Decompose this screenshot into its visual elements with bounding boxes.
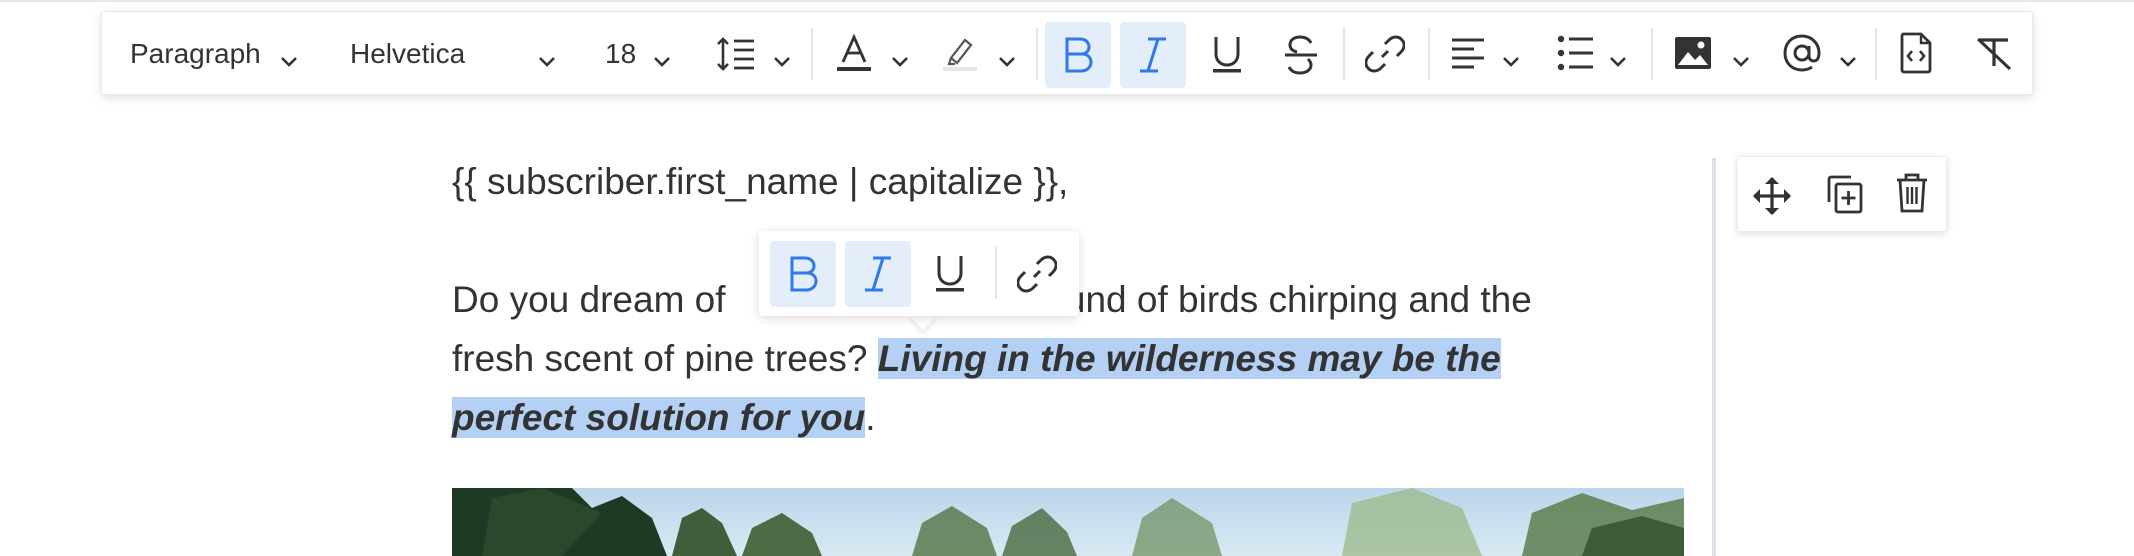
- duplicate-icon[interactable]: [1825, 174, 1863, 214]
- block-format-dropdown[interactable]: Paragraph: [130, 12, 261, 96]
- source-code-icon[interactable]: [1899, 32, 1933, 74]
- block-actions-toolbar: [1737, 156, 1947, 232]
- bold-icon: [1065, 37, 1093, 73]
- trash-icon[interactable]: [1895, 172, 1929, 214]
- wilderness-photo[interactable]: [452, 488, 1684, 556]
- clear-format-icon[interactable]: [1974, 36, 2014, 72]
- move-icon[interactable]: [1751, 175, 1793, 217]
- selected-text: Living in the wilderness may be the: [877, 338, 1501, 379]
- highlight-icon[interactable]: [941, 34, 979, 74]
- italic-icon: [1140, 37, 1166, 73]
- paragraph-text: sound of birds chirping and the: [1025, 279, 1532, 320]
- paragraph-text: .: [865, 397, 876, 438]
- chevron-down-icon[interactable]: [1839, 56, 1857, 68]
- window-top-border: [0, 0, 2134, 2]
- font-size-dropdown[interactable]: 18: [605, 12, 636, 96]
- chevron-down-icon[interactable]: [1732, 56, 1750, 68]
- chevron-down-icon[interactable]: [998, 56, 1016, 68]
- font-family-dropdown[interactable]: Helvetica: [350, 12, 465, 96]
- toolbar-separator: [995, 247, 997, 299]
- strikethrough-icon[interactable]: [1283, 34, 1319, 76]
- at-mention-icon[interactable]: [1783, 34, 1821, 72]
- chevron-down-icon[interactable]: [538, 56, 556, 68]
- toolbar-separator: [1875, 28, 1877, 80]
- greeting-line[interactable]: {{ subscriber.first_name | capitalize }}…: [452, 161, 1682, 203]
- align-left-icon[interactable]: [1450, 36, 1486, 72]
- line-height-icon[interactable]: [716, 36, 756, 72]
- block-selection-bar: [1712, 158, 1716, 556]
- underline-icon[interactable]: [1210, 34, 1244, 74]
- chevron-down-icon[interactable]: [1609, 56, 1627, 68]
- chevron-down-icon[interactable]: [773, 56, 791, 68]
- editor-toolbar: Paragraph Helvetica 18: [101, 11, 2033, 95]
- font-family-value: Helvetica: [350, 38, 466, 69]
- selected-text: perfect solution for you: [452, 397, 866, 438]
- chevron-down-icon[interactable]: [653, 56, 671, 68]
- link-icon[interactable]: [1365, 34, 1405, 74]
- text-color-icon[interactable]: [835, 34, 873, 74]
- toolbar-separator: [1651, 28, 1653, 80]
- block-format-value: Paragraph: [130, 38, 261, 69]
- paragraph-text: Do you dream of: [452, 279, 736, 320]
- toolbar-separator: [1428, 28, 1430, 80]
- bullet-list-icon[interactable]: [1557, 34, 1595, 72]
- font-size-value: 18: [605, 38, 637, 69]
- paragraph-text: fresh scent of pine trees?: [452, 338, 878, 379]
- forest-image: [452, 488, 1684, 556]
- paragraph-line-3[interactable]: perfect solution for you.: [452, 397, 1682, 439]
- toolbar-separator: [1343, 28, 1345, 80]
- toolbar-separator: [811, 28, 813, 80]
- chevron-down-icon[interactable]: [280, 56, 298, 68]
- italic-icon: [865, 256, 891, 292]
- bubble-toolbar: [759, 231, 1079, 316]
- link-icon[interactable]: [1017, 254, 1057, 294]
- paragraph-line-2[interactable]: fresh scent of pine trees? Living in the…: [452, 338, 1682, 380]
- underline-icon[interactable]: [933, 253, 967, 293]
- toolbar-separator: [1036, 28, 1038, 80]
- chevron-down-icon[interactable]: [1502, 56, 1520, 68]
- bold-icon: [790, 256, 818, 292]
- chevron-down-icon[interactable]: [891, 56, 909, 68]
- image-icon[interactable]: [1674, 36, 1712, 70]
